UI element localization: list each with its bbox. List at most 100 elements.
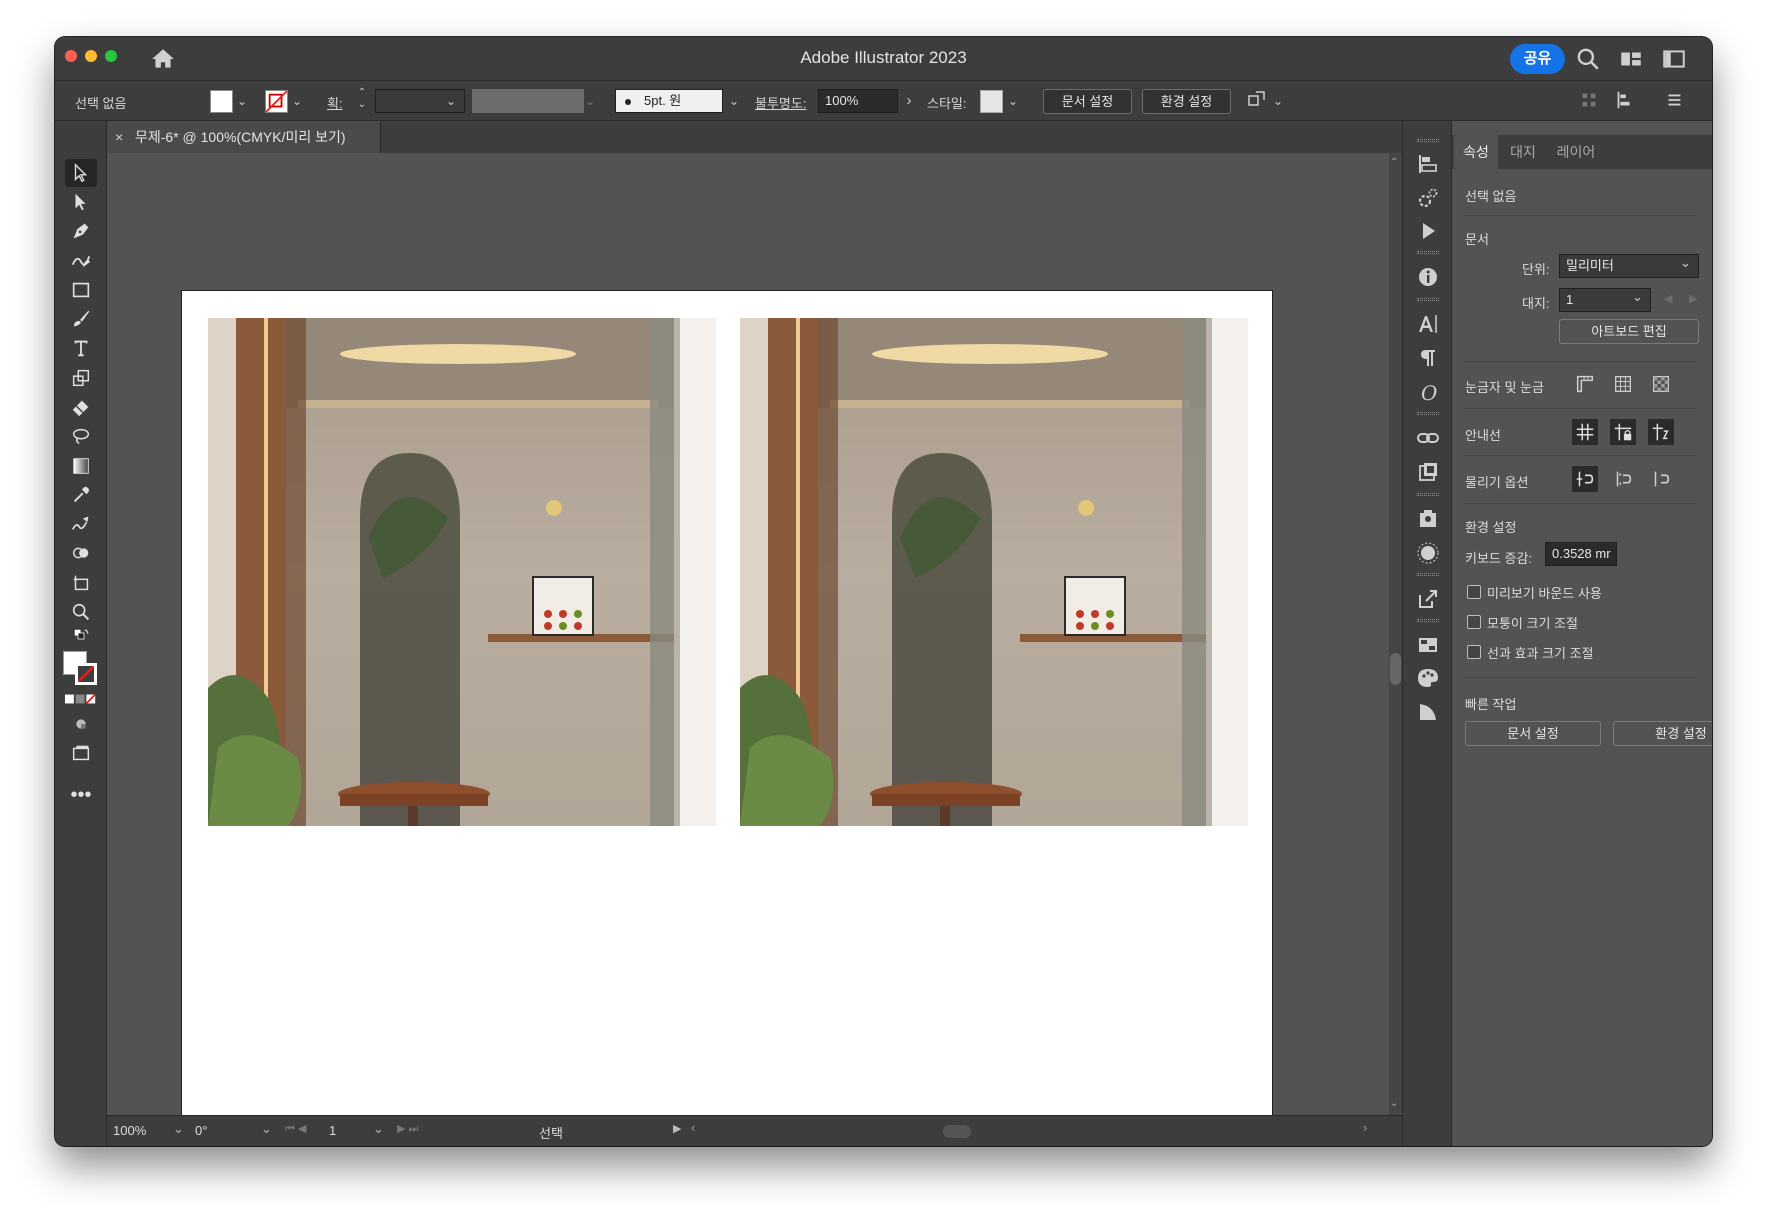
- artboard-number[interactable]: 1: [329, 1123, 336, 1138]
- document-setup-button[interactable]: 문서 설정: [1043, 89, 1132, 114]
- dock-grip[interactable]: [1417, 139, 1439, 142]
- last-artboard-icon[interactable]: ▶ ⏭: [397, 1122, 418, 1136]
- stroke-color-box[interactable]: [75, 663, 97, 685]
- status-menu-arrow-icon[interactable]: ▶: [673, 1122, 681, 1135]
- rotation-dropdown-icon[interactable]: ⌄: [261, 1121, 272, 1137]
- artboard-dropdown-icon[interactable]: ⌄: [1632, 289, 1643, 305]
- quick-preferences-button[interactable]: 환경 설정: [1613, 721, 1712, 746]
- panel-menu-icon[interactable]: [1663, 89, 1689, 115]
- character-icon[interactable]: [1415, 311, 1441, 337]
- edit-artboards-button[interactable]: 아트보드 편집: [1559, 319, 1699, 344]
- dock-grip[interactable]: [1417, 573, 1439, 576]
- style-dropdown-icon[interactable]: ⌄: [1006, 91, 1020, 111]
- preview-bounds-checkbox[interactable]: [1467, 585, 1481, 599]
- scroll-right-icon[interactable]: ›: [1363, 1120, 1367, 1135]
- transparency-grid-icon[interactable]: [1648, 371, 1674, 397]
- stroke-dropdown-icon[interactable]: ⌄: [290, 91, 304, 111]
- document-tab[interactable]: × 무제-6* @ 100%(CMYK/미리 보기): [107, 121, 381, 153]
- close-tab-icon[interactable]: ×: [115, 121, 123, 153]
- zoom-tool-icon[interactable]: [65, 598, 97, 626]
- arrange-icon[interactable]: [1245, 88, 1271, 114]
- artboard-tool-icon[interactable]: [65, 569, 97, 597]
- brush-definition-field[interactable]: 5pt. 원: [615, 89, 723, 113]
- fill-swatch[interactable]: [210, 90, 233, 113]
- paragraph-icon[interactable]: [1415, 345, 1441, 371]
- cafe-interior-image-right[interactable]: [740, 318, 1248, 826]
- transform-icon[interactable]: [1578, 89, 1604, 115]
- blend-tool-icon[interactable]: [65, 510, 97, 538]
- align-icon[interactable]: [1613, 89, 1639, 115]
- next-artboard-icon[interactable]: ▶: [1689, 292, 1697, 305]
- vertical-scroll-thumb[interactable]: [1390, 653, 1401, 685]
- direct-selection-tool-icon[interactable]: [65, 188, 97, 216]
- eraser-tool-icon[interactable]: [65, 393, 97, 421]
- prev-artboard-icon[interactable]: ◀: [1664, 292, 1672, 305]
- rectangle-tool-icon[interactable]: [65, 276, 97, 304]
- shape-builder-tool-icon[interactable]: [65, 539, 97, 567]
- draw-mode-icon[interactable]: [65, 713, 97, 735]
- appearance-icon[interactable]: [1415, 540, 1441, 566]
- search-icon[interactable]: [1575, 46, 1601, 72]
- zoom-dropdown-icon[interactable]: ⌄: [173, 1121, 184, 1137]
- screen-mode-icon[interactable]: [65, 739, 97, 767]
- eyedropper-tool-icon[interactable]: [65, 481, 97, 509]
- show-guides-icon[interactable]: [1572, 419, 1598, 445]
- opacity-arrow-icon[interactable]: ›: [902, 91, 916, 111]
- tab-properties[interactable]: 속성: [1454, 135, 1498, 169]
- opentype-icon[interactable]: O: [1415, 379, 1441, 405]
- snap-to-glyph-icon[interactable]: [1648, 466, 1674, 492]
- links-icon[interactable]: [1415, 425, 1441, 451]
- cafe-interior-image-left[interactable]: [208, 318, 716, 826]
- swap-fill-stroke-icon[interactable]: [65, 626, 97, 646]
- zoom-level[interactable]: 100%: [113, 1123, 146, 1138]
- lasso-tool-icon[interactable]: [65, 422, 97, 450]
- stroke-stepper[interactable]: ⌃ ⌄: [355, 87, 369, 110]
- first-artboard-icon[interactable]: ⏮ ◀: [285, 1122, 306, 1136]
- export-icon[interactable]: [1415, 586, 1441, 612]
- gradient-tool-icon[interactable]: [65, 452, 97, 480]
- brush-dropdown-icon[interactable]: ⌄: [727, 91, 741, 111]
- rotation-value[interactable]: 0°: [195, 1123, 207, 1138]
- opacity-label[interactable]: 불투명도:: [755, 93, 806, 112]
- scroll-left-icon[interactable]: ‹: [691, 1120, 695, 1135]
- variable-width-dropdown-icon[interactable]: ⌄: [583, 91, 597, 111]
- snap-to-point-icon[interactable]: [1572, 466, 1598, 492]
- scale-strokes-effects-checkbox[interactable]: [1467, 645, 1481, 659]
- dock-grip[interactable]: [1417, 298, 1439, 301]
- panel-toggle-icon[interactable]: [1661, 46, 1687, 72]
- quick-document-setup-button[interactable]: 문서 설정: [1465, 721, 1601, 746]
- actions-play-icon[interactable]: [1415, 218, 1441, 244]
- share-button[interactable]: 공유: [1510, 44, 1565, 74]
- keyboard-increment-field[interactable]: 0.3528 mr: [1545, 542, 1617, 566]
- swatches-icon[interactable]: [1415, 632, 1441, 658]
- more-tools-icon[interactable]: •••: [65, 781, 97, 809]
- opacity-field[interactable]: 100%: [818, 89, 898, 113]
- tab-artboards[interactable]: 대지: [1500, 135, 1546, 169]
- units-dropdown-icon[interactable]: ⌄: [1680, 255, 1691, 271]
- stroke-weight-dropdown-icon[interactable]: ⌄: [444, 91, 458, 111]
- artboards-panel-icon[interactable]: [1415, 459, 1441, 485]
- dock-grip[interactable]: [1417, 493, 1439, 496]
- color-mode-icons[interactable]: [65, 691, 97, 707]
- selection-tool-icon[interactable]: [65, 159, 97, 187]
- type-tool-icon[interactable]: [65, 334, 97, 362]
- align-panel-icon[interactable]: [1415, 151, 1441, 177]
- scale-corners-checkbox[interactable]: [1467, 615, 1481, 629]
- units-select[interactable]: 밀리미터: [1559, 254, 1699, 278]
- scale-tool-icon[interactable]: [65, 364, 97, 392]
- lock-guides-icon[interactable]: [1610, 419, 1636, 445]
- dock-grip[interactable]: [1417, 412, 1439, 415]
- grid-icon[interactable]: [1610, 371, 1636, 397]
- variable-width-profile[interactable]: [472, 89, 584, 113]
- preferences-button[interactable]: 환경 설정: [1142, 89, 1231, 114]
- arrange-dropdown-icon[interactable]: ⌄: [1271, 91, 1285, 111]
- horizontal-scroll-thumb[interactable]: [943, 1125, 971, 1138]
- dock-grip[interactable]: [1417, 619, 1439, 622]
- tab-layers[interactable]: 레이어: [1548, 135, 1604, 169]
- vertical-scrollbar[interactable]: ⌃ ⌄: [1389, 153, 1402, 1115]
- snap-to-pixel-icon[interactable]: [1610, 466, 1636, 492]
- artboard[interactable]: [181, 290, 1273, 1115]
- scroll-down-icon[interactable]: ⌄: [1390, 1098, 1398, 1109]
- artboard-dropdown-icon[interactable]: ⌄: [373, 1121, 384, 1137]
- scroll-up-icon[interactable]: ⌃: [1390, 157, 1398, 168]
